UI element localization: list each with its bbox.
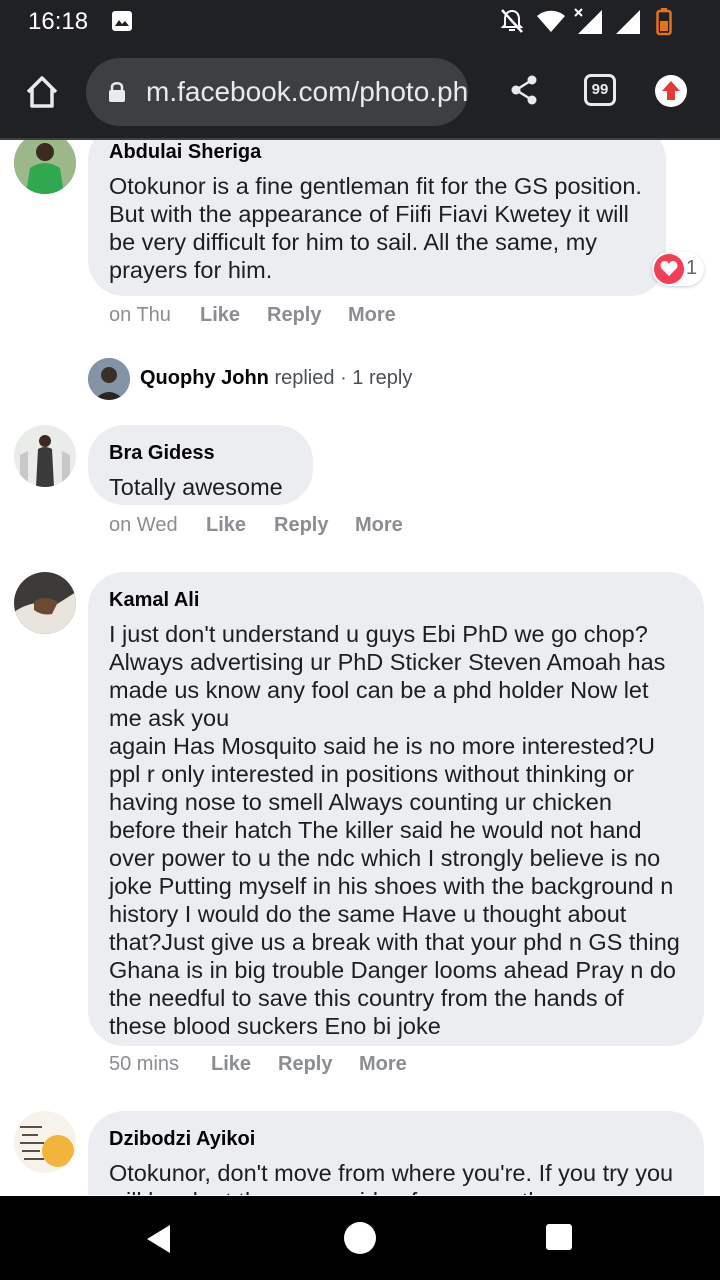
status-time: 16:18: [28, 8, 89, 35]
like-link[interactable]: Like: [206, 514, 246, 537]
reply-summary: Quophy John replied · 1 reply: [140, 367, 412, 390]
comment-text: Otokunor, don't move from where you're. …: [109, 1160, 674, 1195]
comment-time[interactable]: on Thu: [109, 304, 171, 327]
image-notification-icon: [112, 11, 132, 31]
comment-author[interactable]: Abdulai Sheriga: [109, 140, 646, 164]
like-link[interactable]: Like: [200, 304, 240, 327]
comment-time[interactable]: 50 mins: [109, 1053, 179, 1076]
comment-bubble: Abdulai Sheriga Otokunor is a fine gentl…: [88, 140, 666, 296]
system-nav-bar: [0, 1196, 720, 1280]
comment-author[interactable]: Bra Gidess: [109, 441, 293, 465]
avatar[interactable]: [14, 140, 76, 194]
comment-text: Otokunor is a fine gentleman fit for the…: [109, 173, 649, 283]
avatar[interactable]: [14, 1111, 76, 1173]
love-reaction-icon: [654, 254, 684, 284]
avatar[interactable]: [14, 572, 76, 634]
more-link[interactable]: More: [348, 304, 396, 327]
reply-separator: ·: [340, 367, 347, 389]
home-icon[interactable]: [22, 72, 62, 112]
comment-author[interactable]: Dzibodzi Ayikoi: [109, 1127, 684, 1151]
url-field[interactable]: m.facebook.com/photo.php?fbid=: [86, 58, 468, 126]
more-link[interactable]: More: [359, 1053, 407, 1076]
url-text: m.facebook.com/photo.php?fbid=: [146, 76, 468, 107]
reply-author: Quophy John: [140, 367, 269, 389]
reply-verb: replied: [274, 367, 335, 389]
reply-link[interactable]: Reply: [267, 304, 321, 327]
reply-count: 1 reply: [352, 367, 413, 389]
comment-time[interactable]: on Wed: [109, 514, 178, 537]
browser-toolbar: m.facebook.com/photo.php?fbid= 99: [0, 44, 720, 140]
reply-link[interactable]: Reply: [278, 1053, 332, 1076]
reaction-count: 1: [686, 257, 698, 279]
status-bar: 16:18: [0, 0, 720, 44]
comment-bubble: Dzibodzi Ayikoi Otokunor, don't move fro…: [88, 1111, 704, 1195]
signal-no-data-icon: [574, 8, 602, 34]
comments-list: Abdulai Sheriga Otokunor is a fine gentl…: [0, 140, 720, 1195]
more-link[interactable]: More: [355, 514, 403, 537]
share-icon[interactable]: [508, 74, 540, 106]
comment-bubble: Bra Gidess Totally awesome: [88, 425, 313, 505]
recents-icon[interactable]: [546, 1224, 572, 1250]
comment-text: Totally awesome: [109, 474, 283, 500]
tab-switcher-button[interactable]: 99: [584, 74, 616, 106]
signal-icon: [616, 10, 640, 34]
reaction-badge[interactable]: 1: [652, 252, 704, 286]
back-icon[interactable]: [146, 1224, 172, 1254]
wifi-icon: [537, 10, 565, 32]
notifications-off-icon: [500, 9, 524, 33]
lock-icon: [109, 82, 125, 102]
like-link[interactable]: Like: [211, 1053, 251, 1076]
comment-bubble: Kamal Ali I just don't understand u guys…: [88, 572, 704, 1046]
comment-text: I just don't understand u guys Ebi PhD w…: [109, 621, 680, 1039]
reply-avatar: [88, 358, 130, 400]
update-icon[interactable]: [655, 75, 687, 107]
comment-author[interactable]: Kamal Ali: [109, 588, 684, 612]
reply-link[interactable]: Reply: [274, 514, 328, 537]
battery-low-icon: [656, 8, 672, 36]
home-nav-icon[interactable]: [344, 1222, 376, 1254]
avatar[interactable]: [14, 425, 76, 487]
